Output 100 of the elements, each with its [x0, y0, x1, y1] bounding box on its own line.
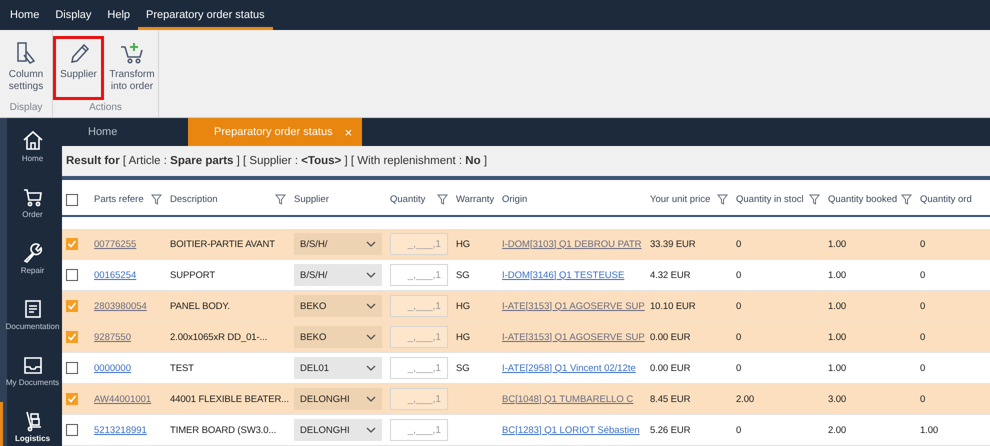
table-cell: 0: [736, 424, 742, 436]
supplier-dropdown[interactable]: BEKO: [294, 295, 382, 317]
column-header[interactable]: Your unit price: [650, 194, 710, 205]
table-cell: 0: [920, 332, 926, 342]
sidebar-item[interactable]: Home: [0, 122, 62, 169]
column-header[interactable]: Description: [170, 194, 218, 205]
table-cell: 1.00: [828, 362, 846, 374]
checkbox[interactable]: [66, 331, 78, 343]
home-icon: [22, 130, 44, 152]
column-header[interactable]: Quantity in stocl: [736, 194, 804, 205]
column-header[interactable]: Quantity booked: [828, 194, 898, 205]
ribbon-button[interactable]: Column settings: [0, 36, 52, 100]
checkbox[interactable]: [66, 238, 78, 250]
checkbox[interactable]: [66, 194, 78, 206]
table-cell: 0: [736, 332, 742, 342]
table-cell: SUPPORT: [170, 270, 216, 280]
part-link[interactable]: 2803980054: [94, 300, 147, 312]
chevron-down-icon: [366, 365, 376, 371]
origin-link[interactable]: I-DOM[3103] Q1 DEBROU PATR: [502, 238, 642, 250]
menu-tab[interactable]: Home: [2, 0, 48, 30]
table-cell: 44001 FLEXIBLE BEATER...: [170, 394, 289, 404]
supplier-dropdown[interactable]: B/S/H/: [294, 264, 382, 286]
part-link[interactable]: 00165254: [94, 270, 136, 280]
supplier-dropdown[interactable]: B/S/H/: [294, 233, 382, 255]
table-cell: 8.45 EUR: [650, 394, 690, 404]
table-cell: 0: [736, 362, 742, 374]
checkbox[interactable]: [66, 424, 78, 436]
table-cell: HG: [456, 332, 470, 342]
table-cell: 0: [736, 270, 742, 280]
table-cell: 0: [736, 300, 742, 312]
table-cell: 2.00: [828, 424, 846, 436]
supplier-dropdown[interactable]: DELONGHI: [294, 388, 382, 410]
table-cell: HG: [456, 300, 470, 312]
table-cell: TIMER BOARD (SW3.0...: [170, 424, 276, 436]
table-cell: 0: [920, 300, 926, 312]
table-cell: HG: [456, 238, 470, 250]
table-cell: 0: [920, 238, 926, 250]
group-label: Display: [8, 101, 44, 115]
table-cell: 2.00: [736, 394, 754, 404]
chevron-down-icon: [366, 396, 376, 402]
table-cell: PANEL BODY.: [170, 300, 230, 312]
checkmark-icon: [67, 301, 77, 311]
table-cell: 10.10 EUR: [650, 300, 696, 312]
chevron-down-icon: [366, 427, 376, 433]
supplier-dropdown[interactable]: DELONGHI: [294, 419, 382, 441]
chevron-down-icon: [366, 241, 376, 247]
table-cell: 0: [920, 394, 926, 404]
table-cell: TEST: [170, 362, 194, 374]
checkbox[interactable]: [66, 362, 78, 374]
part-link[interactable]: 00776255: [94, 238, 136, 250]
checkmark-icon: [67, 239, 77, 249]
table-cell: BOITIER-PARTIE AVANT: [170, 238, 275, 250]
chevron-down-icon: [366, 272, 376, 278]
filter-summary: Result for [ Article : Spare parts ] [ Supplier : <Tous> ] [ With replenishment : No ]: [62, 146, 990, 180]
column-header[interactable]: Origin: [502, 194, 528, 205]
table-cell: 1.00: [920, 424, 938, 436]
table-cell: 0.00 EUR: [650, 362, 690, 374]
table-cell: 0.00 EUR: [650, 332, 690, 342]
origin-link[interactable]: I-ATE[2958] Q1 Vincent 02/12te: [502, 362, 636, 374]
inbox-icon: [22, 354, 44, 376]
origin-link[interactable]: BC[1283] Q1 LORIOT Sébastien: [502, 424, 640, 436]
part-link[interactable]: 5213218991: [94, 424, 147, 436]
menu-tab[interactable]: Help: [99, 0, 138, 30]
table-cell: 4.32 EUR: [650, 270, 690, 280]
menu-tab[interactable]: Display: [47, 0, 100, 30]
column-header[interactable]: Quantity: [390, 194, 426, 205]
table-cell: 33.39 EUR: [650, 238, 696, 250]
sidebar-item[interactable]: Documentation: [0, 290, 62, 337]
table-cell: 0: [920, 270, 926, 280]
table-cell: 0: [736, 238, 742, 250]
checkbox[interactable]: [66, 393, 78, 405]
column-header[interactable]: Warranty: [456, 194, 494, 205]
table-cell: SG: [456, 270, 470, 280]
cart-icon: [22, 186, 44, 208]
table-cell: 0: [920, 362, 926, 374]
document-tab[interactable]: Home: [62, 118, 188, 146]
checkbox[interactable]: [66, 300, 78, 312]
origin-link[interactable]: BC[1048] Q1 TUMBARELLO C: [502, 394, 634, 404]
ribbon-button[interactable]: Supplier: [53, 36, 104, 100]
checkmark-icon: [67, 332, 77, 342]
supplier-dropdown[interactable]: DEL01: [294, 357, 382, 379]
column-header[interactable]: Supplier: [294, 194, 329, 205]
ribbon-button[interactable]: Transform into order: [106, 36, 158, 100]
table-cell: 1.00: [828, 238, 846, 250]
table-cell: 1.00: [828, 332, 846, 342]
sidebar-item[interactable]: My Documents: [0, 346, 62, 393]
sidebar-item[interactable]: Repair: [0, 234, 62, 281]
checkbox[interactable]: [66, 269, 78, 281]
sidebar-item[interactable]: Order: [0, 178, 62, 225]
column-header[interactable]: Quantity ord: [920, 194, 972, 205]
table-cell: 2.00x1065xR DD_01-...: [170, 332, 268, 342]
part-link[interactable]: 9287550: [94, 332, 131, 342]
origin-link[interactable]: I-ATE[3153] Q1 AGOSERVE SUP: [502, 332, 645, 342]
group-label: Actions: [88, 101, 123, 115]
part-link[interactable]: 0000000: [94, 362, 131, 374]
supplier-dropdown[interactable]: BEKO: [294, 326, 382, 348]
column-header[interactable]: Parts refere: [94, 194, 144, 205]
part-link[interactable]: AW44001001: [94, 394, 152, 404]
origin-link[interactable]: I-ATE[3153] Q1 AGOSERVE SUP: [502, 300, 645, 312]
origin-link[interactable]: I-DOM[3146] Q1 TESTEUSE: [502, 270, 624, 280]
